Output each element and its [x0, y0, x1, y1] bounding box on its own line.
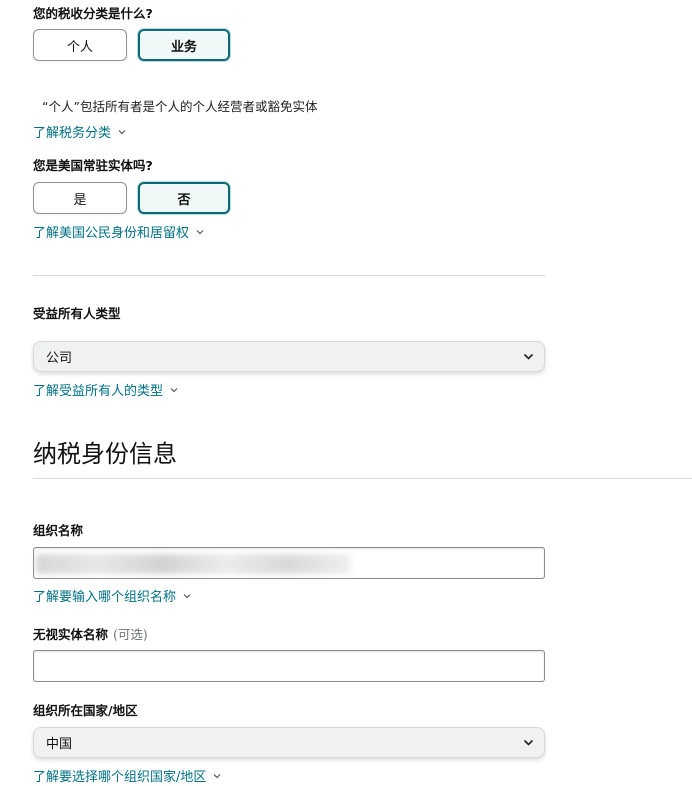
org-country-select[interactable]: 中国: [33, 727, 545, 758]
learn-org-country-link[interactable]: 了解要选择哪个组织国家/地区: [33, 766, 221, 785]
us-resident-yes-button[interactable]: 是: [33, 182, 127, 214]
tax-identity-section-title: 纳税身份信息: [33, 440, 177, 468]
chevron-down-icon: [118, 129, 126, 134]
org-country-label: 组织所在国家/地区: [33, 703, 138, 718]
tax-class-business-button[interactable]: 业务: [138, 29, 230, 61]
learn-beneficial-owner-link[interactable]: 了解受益所有人的类型: [33, 380, 178, 399]
section-divider: [33, 275, 545, 276]
learn-us-residency-link[interactable]: 了解美国公民身份和居留权: [33, 222, 204, 241]
learn-tax-classification-link[interactable]: 了解税务分类: [33, 122, 126, 141]
org-country-value: 中国: [46, 737, 73, 752]
redacted-text: [36, 554, 351, 574]
beneficial-owner-label: 受益所有人类型: [33, 306, 121, 321]
disregarded-entity-label: 无视实体名称 (可选): [33, 624, 148, 643]
learn-org-name-link[interactable]: 了解要输入哪个组织名称: [33, 586, 191, 605]
chevron-down-icon: [213, 773, 221, 778]
chevron-down-icon: [183, 593, 191, 598]
tax-classification-help-text: “个人”包括所有者是个人的个人经营者或豁免实体: [42, 99, 318, 114]
us-resident-no-button[interactable]: 否: [138, 182, 230, 214]
learn-org-country-label: 了解要选择哪个组织国家/地区: [33, 770, 207, 785]
chevron-down-icon: [196, 229, 204, 234]
learn-tax-classification-label: 了解税务分类: [33, 126, 112, 141]
section-divider: [33, 478, 692, 479]
disregarded-entity-label-text: 无视实体名称: [33, 627, 109, 642]
chevron-down-icon: [523, 739, 534, 746]
chevron-down-icon: [523, 353, 534, 360]
tax-class-individual-button[interactable]: 个人: [33, 29, 127, 61]
org-name-input[interactable]: [33, 547, 545, 579]
learn-us-residency-label: 了解美国公民身份和居留权: [33, 226, 190, 241]
disregarded-entity-input[interactable]: [33, 650, 545, 682]
learn-org-name-label: 了解要输入哪个组织名称: [33, 590, 177, 605]
optional-tag: (可选): [113, 627, 148, 642]
tax-classification-question: 您的税收分类是什么?: [33, 6, 153, 21]
org-name-label: 组织名称: [33, 523, 84, 538]
us-resident-question: 您是美国常驻实体吗?: [33, 158, 153, 173]
learn-beneficial-owner-label: 了解受益所有人的类型: [33, 384, 164, 399]
chevron-down-icon: [170, 387, 178, 392]
beneficial-owner-select[interactable]: 公司: [33, 341, 545, 372]
beneficial-owner-value: 公司: [46, 351, 73, 366]
